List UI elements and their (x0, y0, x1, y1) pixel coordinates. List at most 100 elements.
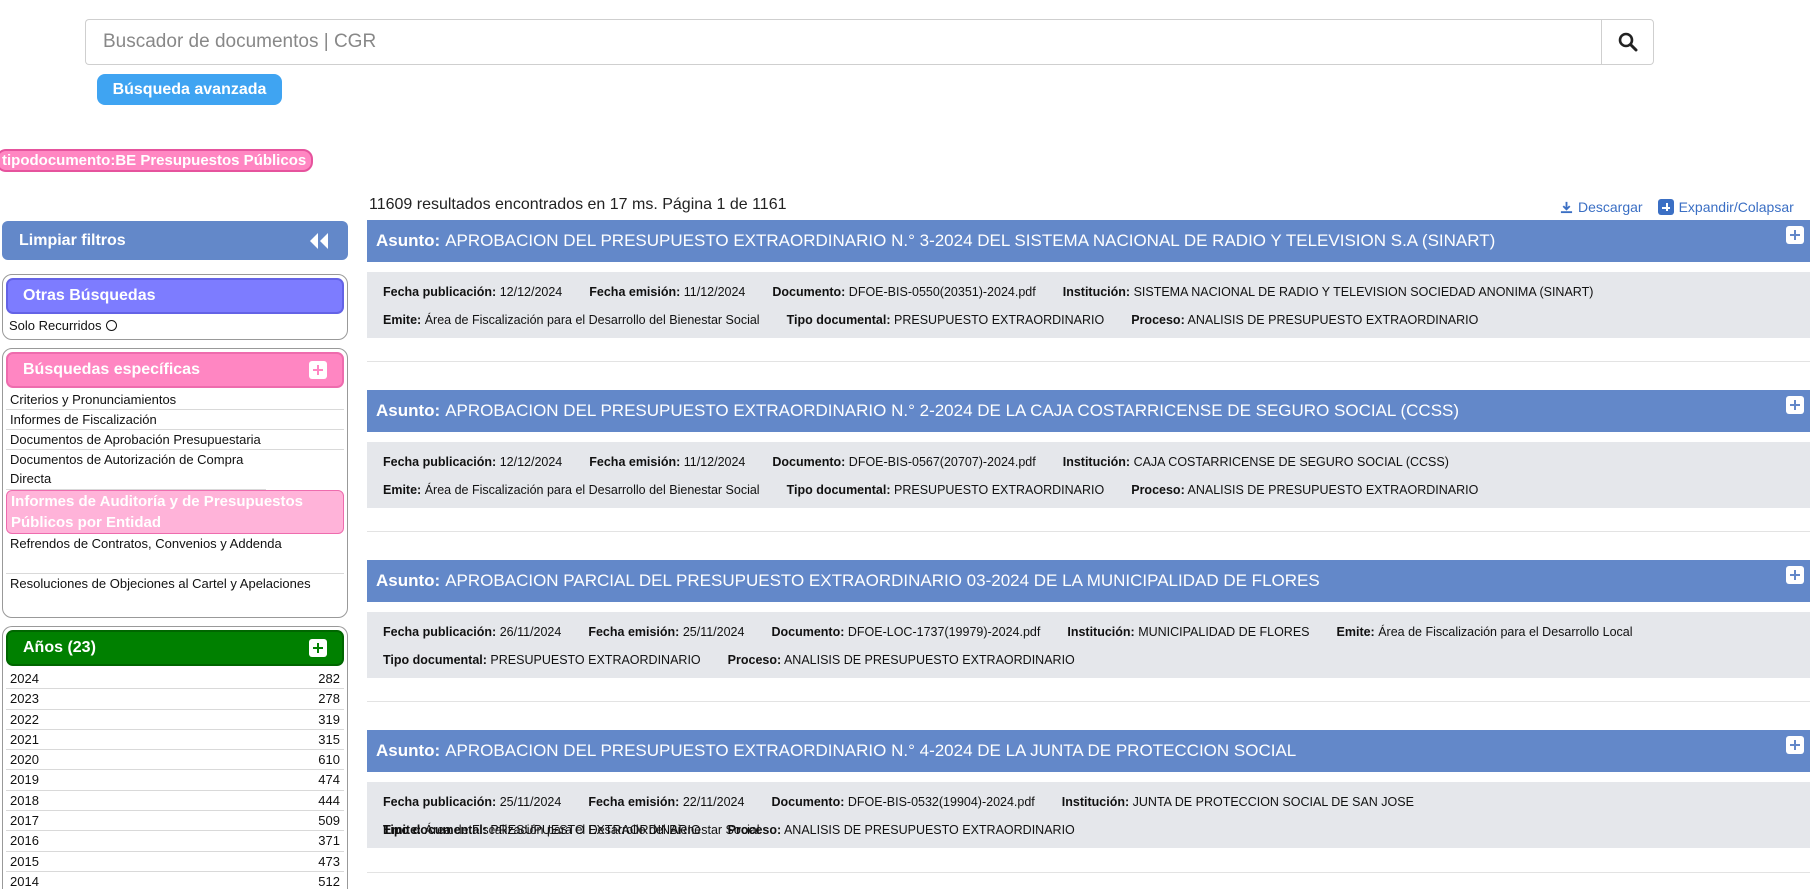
page: Búsqueda avanzada tipodocumento:BE Presu… (0, 0, 1820, 889)
meta-label: Documento: (771, 625, 845, 639)
search-icon (1618, 32, 1637, 52)
meta-value[interactable]: DFOE-BIS-0567(20707)-2024.pdf (849, 455, 1036, 469)
busqueda-item[interactable]: Refrendos de Contratos, Convenios y Adde… (6, 534, 344, 574)
year-count: 473 (318, 853, 340, 869)
year-row[interactable]: 2023 278 (6, 689, 344, 710)
meta-value[interactable]: DFOE-BIS-0550(20351)-2024.pdf (849, 285, 1036, 299)
asunto-label: Asunto: (376, 401, 441, 420)
search-input[interactable] (85, 19, 1601, 65)
result-divider (367, 361, 1810, 362)
busqueda-item[interactable]: Informes de Fiscalización (6, 410, 344, 430)
year-label: 2018 (10, 792, 39, 808)
meta-value: PRESUPUESTO EXTRAORDINARIO (490, 823, 701, 837)
year-label: 2015 (10, 853, 39, 869)
meta-label: Tipo documental: (786, 483, 891, 497)
result-title[interactable]: Asunto: APROBACION PARCIAL DEL PRESUPUEST… (367, 560, 1810, 602)
search-button[interactable] (1601, 19, 1654, 65)
result-title[interactable]: Asunto: APROBACION DEL PRESUPUESTO EXTRAO… (367, 730, 1810, 772)
active-filter-chip[interactable]: tipodocumento:BE Presupuestos Públicos (0, 149, 314, 172)
solo-recurridos-option[interactable]: Solo Recurridos (9, 318, 117, 333)
year-label: 2022 (10, 711, 39, 727)
results-summary: 11609 resultados encontrados en 17 ms. P… (369, 196, 787, 213)
meta-value: 11/12/2024 (683, 455, 746, 469)
expand-plus-icon[interactable] (1786, 226, 1804, 244)
year-row[interactable]: 2018 444 (6, 791, 344, 812)
meta-value[interactable]: DFOE-BIS-0532(19904)-2024.pdf (848, 795, 1035, 809)
year-row[interactable]: 2022 319 (6, 710, 344, 730)
expand-plus-icon[interactable] (1786, 736, 1804, 754)
year-row[interactable]: 2020 610 (6, 750, 344, 771)
busqueda-item[interactable]: Documentos de Aprobación Presupuestaria (6, 430, 344, 450)
year-row[interactable]: 2017 509 (6, 811, 344, 832)
result-card: Asunto: APROBACION DEL PRESUPUESTO EXTRAO… (367, 220, 1810, 338)
year-row[interactable]: 2019 474 (6, 770, 344, 791)
meta-institucion: Institución: CAJA COSTARRICENSE DE SEGUR… (1063, 448, 1449, 476)
busquedas-especificas-panel: Búsquedas específicas Criterios y Pronun… (2, 348, 348, 618)
year-label: 2024 (10, 671, 39, 686)
meta-documento: Documento: DFOE-BIS-0532(19904)-2024.pdf (771, 788, 1034, 816)
meta-value: Área de Fiscalización para el Desarrollo… (424, 483, 760, 497)
search-bar (85, 19, 1654, 65)
clear-filters-button[interactable]: Limpiar filtros (2, 221, 348, 260)
busquedas-especificas-title: Búsquedas específicas (23, 361, 200, 378)
result-title[interactable]: Asunto: APROBACION DEL PRESUPUESTO EXTRAO… (367, 390, 1810, 432)
meta-fecha-publicacion: Fecha publicación: 12/12/2024 (383, 448, 562, 476)
year-row[interactable]: 2021 315 (6, 730, 344, 751)
year-count: 315 (318, 731, 340, 747)
anios-panel: Años (23) 2024 282 2023 278 2022 319 2021 315 20… (2, 626, 348, 889)
meta-documento: Documento: DFOE-BIS-0567(20707)-2024.pdf (772, 448, 1035, 476)
meta-fecha-publicacion: Fecha publicación: 26/11/2024 (383, 618, 561, 646)
busqueda-item[interactable]: Resoluciones de Objeciones al Cartel y A… (6, 574, 344, 614)
meta-label: Documento: (772, 285, 846, 299)
result-title[interactable]: Asunto: APROBACION DEL PRESUPUESTO EXTRAO… (367, 220, 1810, 262)
year-label: 2017 (10, 813, 39, 829)
otras-busquedas-title: Otras Búsquedas (23, 287, 156, 304)
meta-value: ANALISIS DE PRESUPUESTO EXTRAORDINARIO (1187, 313, 1479, 327)
asunto-text: APROBACION PARCIAL DEL PRESUPUESTO EXTRA… (445, 571, 1320, 590)
busquedas-especificas-header[interactable]: Búsquedas específicas (6, 352, 344, 388)
busqueda-item[interactable]: Documentos de Autorización de Compra Dir… (6, 450, 266, 490)
meta-label: Institución: (1061, 795, 1130, 809)
year-row[interactable]: 2016 371 (6, 831, 344, 852)
meta-label: Fecha emisión: (588, 625, 680, 639)
meta-proceso: Proceso: ANALISIS DE PRESUPUESTO EXTRAOR… (728, 646, 1075, 674)
expand-plus-icon[interactable] (309, 361, 327, 379)
anios-title: Años (23) (23, 639, 96, 656)
meta-fecha-emision: Fecha emisión: 11/12/2024 (589, 278, 745, 306)
busqueda-item[interactable]: Criterios y Pronunciamientos (6, 390, 344, 410)
download-label: Descargar (1578, 199, 1643, 215)
expand-collapse-link[interactable]: Expandir/Colapsar (1657, 199, 1794, 215)
download-link[interactable]: Descargar (1560, 199, 1643, 215)
advanced-search-button[interactable]: Búsqueda avanzada (97, 74, 282, 105)
year-label: 2023 (10, 691, 39, 707)
meta-value: 25/11/2024 (499, 795, 562, 809)
expand-plus-icon[interactable] (309, 639, 327, 657)
year-count: 512 (318, 873, 340, 889)
meta-institucion: Institución: JUNTA DE PROTECCION SOCIAL … (1062, 788, 1414, 816)
year-row[interactable]: 2014 512 (6, 872, 344, 889)
year-row[interactable]: 2024 282 (6, 669, 344, 690)
meta-label: Institución: (1067, 625, 1135, 639)
meta-line: Fecha publicación: 25/11/2024 Fecha emisi… (383, 788, 1794, 837)
meta-value: Área de Fiscalización para el Desarrollo… (424, 313, 760, 327)
anios-header[interactable]: Años (23) (6, 630, 344, 666)
clear-filters-label: Limpiar filtros (19, 231, 126, 249)
meta-line: Fecha publicación: 26/11/2024 Fecha emisi… (383, 618, 1794, 646)
solo-recurridos-radio[interactable] (105, 320, 117, 331)
double-chevron-left-icon[interactable] (308, 232, 330, 250)
otras-busquedas-header[interactable]: Otras Búsquedas (6, 278, 344, 314)
busqueda-item-active[interactable]: Informes de Auditoría y de Presupuestos … (6, 490, 344, 534)
meta-line: Fecha publicación: 12/12/2024 Fecha emisi… (383, 278, 1794, 306)
year-count: 278 (318, 691, 340, 707)
meta-value: MUNICIPALIDAD DE FLORES (1138, 625, 1310, 639)
meta-documento: Documento: DFOE-LOC-1737(19979)-2024.pdf (771, 618, 1040, 646)
expand-plus-icon[interactable] (1786, 396, 1804, 414)
meta-label: Institución: (1062, 285, 1131, 299)
meta-label: Emite: (383, 483, 422, 497)
meta-value[interactable]: DFOE-LOC-1737(19979)-2024.pdf (848, 625, 1040, 639)
expand-plus-icon[interactable] (1786, 566, 1804, 584)
meta-fecha-publicacion: Fecha publicación: 25/11/2024 (383, 788, 561, 816)
year-row[interactable]: 2015 473 (6, 852, 344, 872)
meta-value: 12/12/2024 (499, 285, 563, 299)
asunto-text: APROBACION DEL PRESUPUESTO EXTRAORDINARI… (445, 741, 1297, 760)
